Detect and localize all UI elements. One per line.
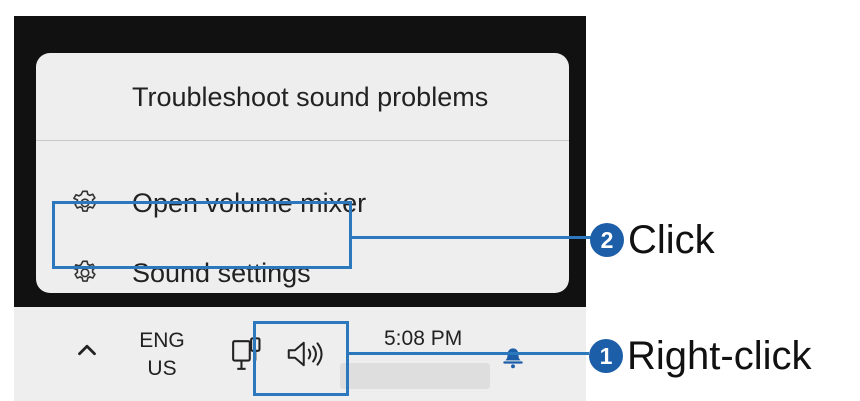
language-code: ENG — [139, 329, 185, 352]
highlight-sound-settings — [52, 201, 352, 269]
callout-label: Click — [628, 217, 715, 262]
callout-leader-right-click — [349, 352, 589, 355]
menu-divider — [36, 140, 569, 141]
highlight-tray-icons — [253, 321, 349, 396]
menu-item-troubleshoot[interactable]: Troubleshoot sound problems — [36, 75, 569, 119]
callout-leader-click — [352, 236, 595, 239]
clock-date-redacted — [340, 363, 490, 389]
menu-item-label: Troubleshoot sound problems — [132, 81, 489, 112]
callout-label: Right-click — [627, 333, 812, 378]
step-badge: 2 — [590, 223, 624, 257]
bell-icon[interactable] — [500, 343, 526, 369]
clock-time[interactable]: 5:08 PM — [384, 327, 462, 351]
chevron-up-icon[interactable] — [72, 335, 102, 365]
language-indicator[interactable]: ENG US — [132, 327, 192, 383]
step-badge: 1 — [589, 339, 623, 373]
keyboard-layout: US — [147, 357, 177, 380]
callout-click: 2 Click — [590, 218, 715, 262]
callout-right-click: 1 Right-click — [589, 334, 811, 378]
